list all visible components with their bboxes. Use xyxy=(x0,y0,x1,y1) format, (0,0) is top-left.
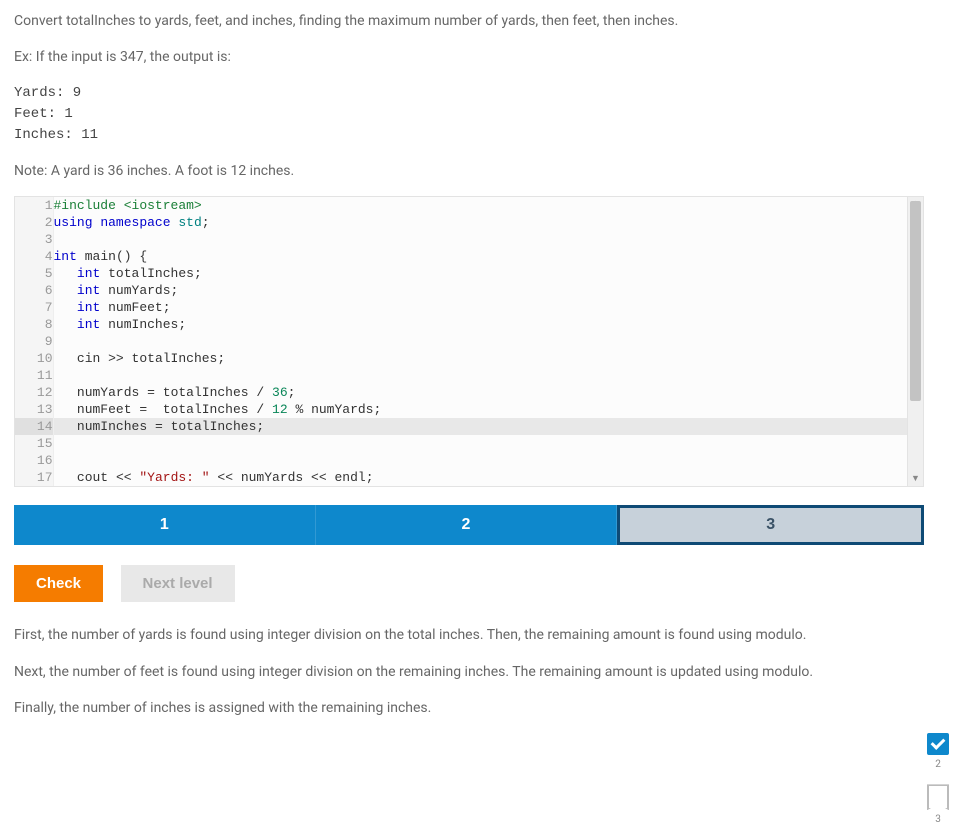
code-line[interactable]: 2using namespace std; xyxy=(15,214,923,231)
code-content[interactable] xyxy=(53,435,923,452)
explanation-text: First, the number of yards is found usin… xyxy=(14,624,924,719)
explanation-p1: First, the number of yards is found usin… xyxy=(14,624,924,646)
code-content[interactable]: int main() { xyxy=(53,248,923,265)
explanation-p3: Finally, the number of inches is assigne… xyxy=(14,697,924,719)
problem-description: Convert totalInches to yards, feet, and … xyxy=(14,10,924,182)
code-content[interactable] xyxy=(53,367,923,384)
line-number: 5 xyxy=(15,265,53,282)
code-content[interactable]: int numYards; xyxy=(53,282,923,299)
line-number: 2 xyxy=(15,214,53,231)
line-number: 14 xyxy=(15,418,53,435)
code-line[interactable]: 7 int numFeet; xyxy=(15,299,923,316)
progress-label-3: 3 xyxy=(923,814,953,825)
code-line[interactable]: 5 int totalInches; xyxy=(15,265,923,282)
code-editor-body[interactable]: 1#include <iostream>2using namespace std… xyxy=(15,197,923,486)
progress-checkbox-2[interactable] xyxy=(927,733,949,755)
explanation-p2: Next, the number of feet is found using … xyxy=(14,661,924,683)
code-editor[interactable]: 1#include <iostream>2using namespace std… xyxy=(14,196,924,487)
line-number: 10 xyxy=(15,350,53,367)
progress-label-2: 2 xyxy=(923,759,953,770)
code-line[interactable]: 4int main() { xyxy=(15,248,923,265)
code-line[interactable]: 9 xyxy=(15,333,923,350)
line-number: 17 xyxy=(15,469,53,486)
code-content[interactable]: cout << "Yards: " << numYards << endl; xyxy=(53,469,923,486)
code-content[interactable]: numInches = totalInches; xyxy=(53,418,923,435)
example-intro: Ex: If the input is 347, the output is: xyxy=(14,46,924,68)
code-content[interactable] xyxy=(53,452,923,469)
example-output: Yards: 9 Feet: 1 Inches: 11 xyxy=(14,83,924,146)
scrollbar-thumb[interactable] xyxy=(910,201,921,401)
code-line[interactable]: 16 xyxy=(15,452,923,469)
code-content[interactable]: #include <iostream> xyxy=(53,197,923,214)
problem-note: Note: A yard is 36 inches. A foot is 12 … xyxy=(14,160,924,182)
code-content[interactable]: int numInches; xyxy=(53,316,923,333)
line-number: 16 xyxy=(15,452,53,469)
code-line[interactable]: 14 numInches = totalInches; xyxy=(15,418,923,435)
code-line[interactable]: 10 cin >> totalInches; xyxy=(15,350,923,367)
next-level-button: Next level xyxy=(121,565,235,602)
code-line[interactable]: 3 xyxy=(15,231,923,248)
code-content[interactable]: int numFeet; xyxy=(53,299,923,316)
line-number: 1 xyxy=(15,197,53,214)
code-line[interactable]: 15 xyxy=(15,435,923,452)
sidebar-progress: 2 3 xyxy=(923,733,953,839)
code-line[interactable]: 6 int numYards; xyxy=(15,282,923,299)
tab-level-3[interactable]: 3 xyxy=(617,505,924,545)
code-content[interactable]: int totalInches; xyxy=(53,265,923,282)
code-line[interactable]: 11 xyxy=(15,367,923,384)
line-number: 15 xyxy=(15,435,53,452)
line-number: 6 xyxy=(15,282,53,299)
level-tabs: 123 xyxy=(14,505,924,545)
bookmark-icon[interactable] xyxy=(927,784,949,810)
line-number: 13 xyxy=(15,401,53,418)
code-content[interactable]: cin >> totalInches; xyxy=(53,350,923,367)
code-content[interactable] xyxy=(53,231,923,248)
tab-level-2[interactable]: 2 xyxy=(316,505,618,545)
editor-scrollbar[interactable]: ▲ ▼ xyxy=(907,197,923,486)
code-line[interactable]: 8 int numInches; xyxy=(15,316,923,333)
code-line[interactable]: 1#include <iostream> xyxy=(15,197,923,214)
action-row: Check Next level xyxy=(14,565,924,602)
code-line[interactable]: 13 numFeet = totalInches / 12 % numYards… xyxy=(15,401,923,418)
check-button[interactable]: Check xyxy=(14,565,103,602)
problem-text: Convert totalInches to yards, feet, and … xyxy=(14,10,924,32)
line-number: 11 xyxy=(15,367,53,384)
code-content[interactable]: numYards = totalInches / 36; xyxy=(53,384,923,401)
line-number: 9 xyxy=(15,333,53,350)
code-content[interactable] xyxy=(53,333,923,350)
line-number: 12 xyxy=(15,384,53,401)
code-line[interactable]: 17 cout << "Yards: " << numYards << endl… xyxy=(15,469,923,486)
scroll-down-icon[interactable]: ▼ xyxy=(908,472,923,486)
code-line[interactable]: 12 numYards = totalInches / 36; xyxy=(15,384,923,401)
line-number: 4 xyxy=(15,248,53,265)
line-number: 8 xyxy=(15,316,53,333)
tab-level-1[interactable]: 1 xyxy=(14,505,316,545)
line-number: 3 xyxy=(15,231,53,248)
code-content[interactable]: using namespace std; xyxy=(53,214,923,231)
line-number: 7 xyxy=(15,299,53,316)
code-content[interactable]: numFeet = totalInches / 12 % numYards; xyxy=(53,401,923,418)
